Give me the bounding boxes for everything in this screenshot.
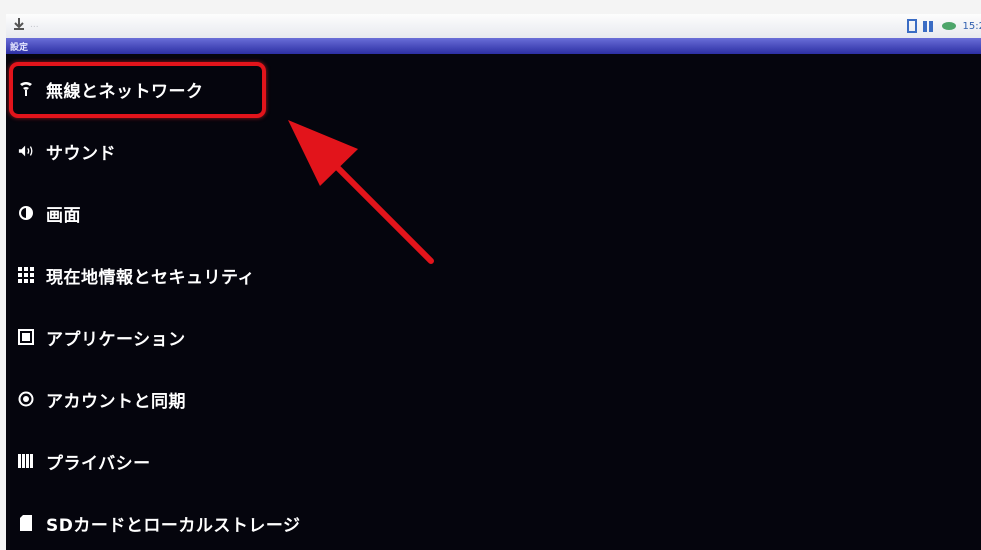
device-screen: ... 15:2 設定	[6, 14, 981, 550]
arrow-annotation	[288, 120, 434, 264]
